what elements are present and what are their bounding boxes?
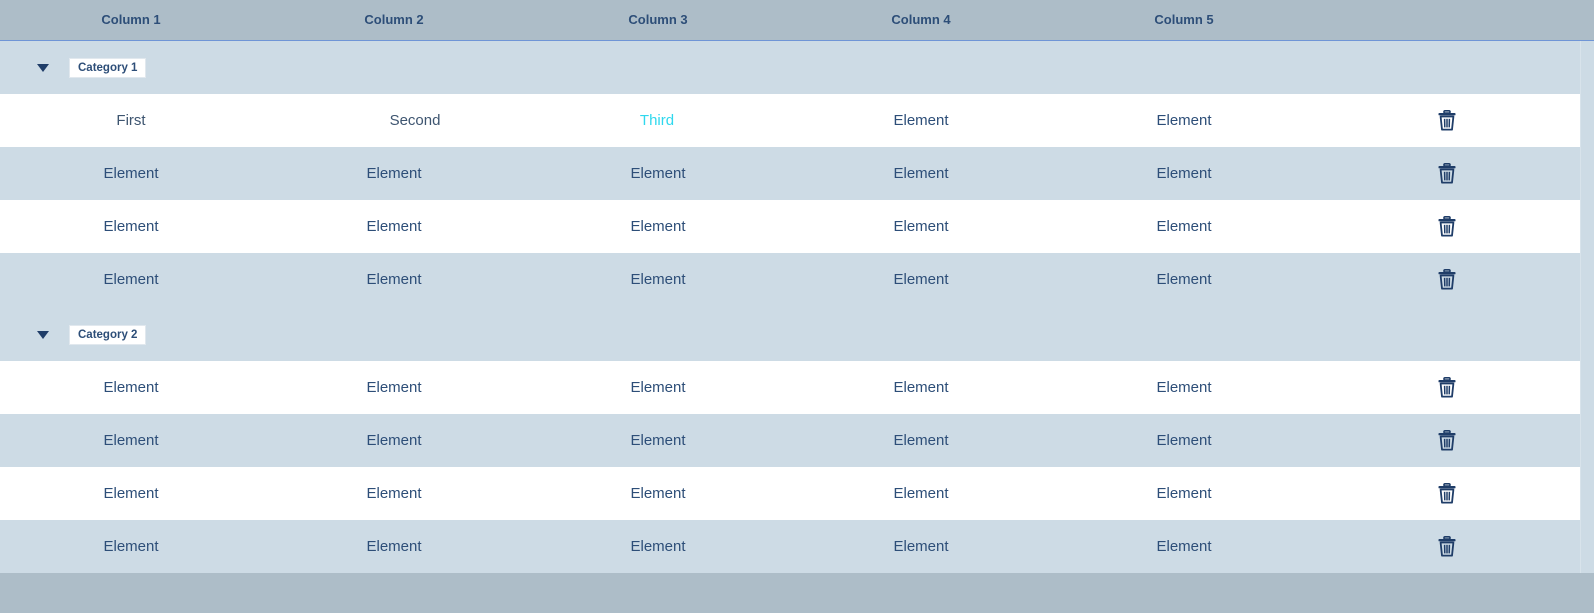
table-row[interactable]: Element Element Element Element Element	[0, 414, 1580, 467]
cell-col-5: Element	[1156, 379, 1212, 396]
category-row-2: Category 2	[0, 308, 1580, 361]
cell-col-5: Element	[1156, 432, 1212, 449]
cell-col-1: Element	[103, 432, 159, 449]
cell-col-4: Element	[893, 112, 949, 129]
table-row[interactable]: Element Element Element Element Element	[0, 200, 1580, 253]
column-header-5[interactable]: Column 5	[1124, 12, 1244, 27]
trash-icon[interactable]	[1437, 430, 1457, 451]
cell-col-2: Element	[366, 485, 422, 502]
cell-col-2: Element	[366, 218, 422, 235]
category-label: Category 1	[69, 58, 147, 78]
triangle-down-icon[interactable]	[36, 328, 50, 342]
category-row-1: Category 1	[0, 41, 1580, 94]
column-header-2[interactable]: Column 2	[334, 12, 454, 27]
cell-col-3: Third	[639, 112, 675, 129]
table-footer	[0, 573, 1594, 613]
cell-col-4: Element	[893, 218, 949, 235]
cell-col-3: Element	[630, 271, 686, 288]
cell-col-5: Element	[1156, 485, 1212, 502]
column-header-3[interactable]: Column 3	[598, 12, 718, 27]
table-row[interactable]: Element Element Element Element Element	[0, 361, 1580, 414]
cell-col-1: Element	[103, 379, 159, 396]
table-row[interactable]: Element Element Element Element Element	[0, 253, 1580, 306]
triangle-down-icon[interactable]	[36, 61, 50, 75]
cell-col-4: Element	[893, 432, 949, 449]
table-row[interactable]: Element Element Element Element Element	[0, 147, 1580, 200]
category-label: Category 2	[69, 325, 147, 345]
cell-col-1: Element	[103, 165, 159, 182]
cell-col-3: Element	[630, 379, 686, 396]
cell-col-4: Element	[893, 379, 949, 396]
cell-col-4: Element	[893, 538, 949, 555]
cell-col-2: Element	[366, 379, 422, 396]
cell-col-2: Element	[366, 271, 422, 288]
cell-col-3: Element	[630, 165, 686, 182]
column-header-1[interactable]: Column 1	[71, 12, 191, 27]
cell-col-5: Element	[1156, 112, 1212, 129]
trash-icon[interactable]	[1437, 536, 1457, 557]
trash-icon[interactable]	[1437, 110, 1457, 131]
trash-icon[interactable]	[1437, 377, 1457, 398]
cell-col-4: Element	[893, 165, 949, 182]
table-row[interactable]: Element Element Element Element Element	[0, 467, 1580, 520]
table-header: Column 1 Column 2 Column 3 Column 4 Colu…	[0, 0, 1594, 41]
cell-col-4: Element	[893, 271, 949, 288]
cell-col-3: Element	[630, 218, 686, 235]
cell-col-5: Element	[1156, 538, 1212, 555]
cell-col-3: Element	[630, 538, 686, 555]
table-row[interactable]: Element Element Element Element Element	[0, 520, 1580, 573]
cell-col-2: Element	[366, 432, 422, 449]
cell-col-5: Element	[1156, 218, 1212, 235]
trash-icon[interactable]	[1437, 483, 1457, 504]
cell-col-1: Element	[103, 538, 159, 555]
table-row[interactable]: First Second Third Element Element	[0, 94, 1580, 147]
cell-col-1: Element	[103, 485, 159, 502]
cell-col-2: Element	[366, 165, 422, 182]
vertical-scrollbar[interactable]	[1580, 41, 1594, 573]
trash-icon[interactable]	[1437, 216, 1457, 237]
column-header-4[interactable]: Column 4	[861, 12, 981, 27]
cell-col-5: Element	[1156, 165, 1212, 182]
cell-col-1: First	[116, 112, 146, 129]
cell-col-3: Element	[630, 432, 686, 449]
cell-col-2: Second	[389, 112, 441, 129]
cell-col-1: Element	[103, 218, 159, 235]
cell-col-3: Element	[630, 485, 686, 502]
cell-col-4: Element	[893, 485, 949, 502]
trash-icon[interactable]	[1437, 163, 1457, 184]
trash-icon[interactable]	[1437, 269, 1457, 290]
cell-col-5: Element	[1156, 271, 1212, 288]
cell-col-1: Element	[103, 271, 159, 288]
cell-col-2: Element	[366, 538, 422, 555]
